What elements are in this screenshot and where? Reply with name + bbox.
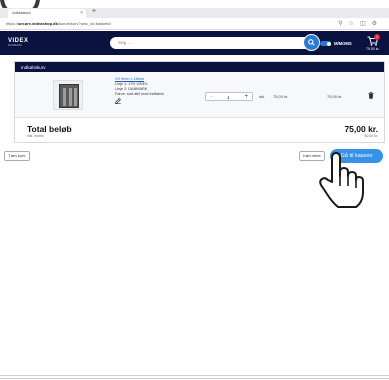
basket-item-row: VX 9mm x 18mm Linje 1: 17H VIDEX Linje 2… [15, 72, 384, 118]
trash-icon[interactable] [368, 92, 374, 99]
address-bar[interactable]: https://secure.videoshop.dk/kunde/kurv?u… [0, 18, 389, 30]
key-icon[interactable]: ⚲ [338, 21, 348, 27]
product-line1: Linje 1: 17H VIDEX [115, 82, 148, 86]
site-logo[interactable]: VIDEX DANMARK [8, 38, 29, 47]
url-path: /kunde/kurv?unic_id=basketid [57, 21, 111, 26]
total-sublabel: inkl. moms [27, 134, 44, 138]
basket-header: Indkøbskurv [15, 62, 384, 72]
basket-title: Indkøbskurv [21, 64, 46, 70]
browser-tab[interactable]: Indkøbskurv × [8, 9, 86, 18]
extensions-icon[interactable]: ◫ [360, 21, 372, 27]
logo-subtext: DANMARK [8, 44, 23, 47]
product-link[interactable]: VX 9mm x 18mm [115, 77, 144, 81]
browser-toolbar-icons[interactable]: ⚲☆◫⚙ [338, 20, 383, 27]
quantity-stepper[interactable]: − 1 + [205, 92, 253, 101]
url-prefix: https:// [6, 21, 19, 26]
browser-tab-title: Indkøbskurv [12, 11, 32, 15]
page: Indkøbskurv × + https://secure.videoshop… [0, 0, 389, 380]
total-label: Total beløb [27, 124, 72, 134]
clear-basket-button[interactable]: Tøm kurv [4, 151, 30, 161]
browser-tab-strip: Indkøbskurv × + [0, 8, 389, 18]
total-excl-amount: 60,00 kr. [364, 134, 378, 138]
product-details: VX 9mm x 18mm Linje 1: 17H VIDEX Linje 2… [115, 77, 164, 104]
search-icon [308, 39, 315, 46]
search-input[interactable]: Søg ... [110, 37, 316, 49]
cart-count-badge: 1 [374, 34, 380, 40]
search-button[interactable] [303, 34, 320, 51]
line-total: 75,00 kr. [327, 94, 343, 99]
tab-close-icon[interactable]: × [80, 10, 83, 16]
product-image[interactable] [53, 80, 83, 110]
edit-icon[interactable] [115, 98, 121, 104]
new-tab-icon[interactable]: + [92, 8, 96, 15]
product-note: Farve: sort alt/i med indfatnin [115, 92, 164, 96]
quantity-value[interactable]: 1 [227, 95, 230, 100]
pointer-hand-icon [319, 152, 364, 208]
star-icon[interactable]: ☆ [349, 21, 360, 27]
search-placeholder: Søg ... [118, 40, 132, 45]
settings-icon[interactable]: ⚙ [372, 21, 383, 27]
quantity-decrease-button[interactable]: − [210, 94, 213, 100]
basket-panel: Indkøbskurv VX 9mm x 18mm Linje 1: 17H V… [14, 61, 385, 143]
total-amount: 75,00 kr. [344, 124, 378, 134]
site-header: VIDEX DANMARK Søg ... M/MOMS 1 75,00 kr. [0, 31, 389, 55]
quantity-unit: stk. [259, 94, 266, 99]
moms-label: M/MOMS [334, 41, 352, 46]
moms-toggle[interactable] [320, 41, 331, 46]
url-text[interactable]: https://secure.videoshop.dk/kunde/kurv?u… [6, 21, 111, 26]
product-line2: Linje 2: DANMARK [115, 87, 148, 91]
url-domain: secure.videoshop.dk [18, 21, 58, 26]
bottom-divider [0, 375, 389, 376]
bottom-divider-2 [0, 378, 389, 379]
quantity-increase-button[interactable]: + [244, 94, 248, 100]
unit-price: 75,00 kr. [273, 94, 289, 99]
cart-total: 75,00 kr. [366, 47, 380, 51]
